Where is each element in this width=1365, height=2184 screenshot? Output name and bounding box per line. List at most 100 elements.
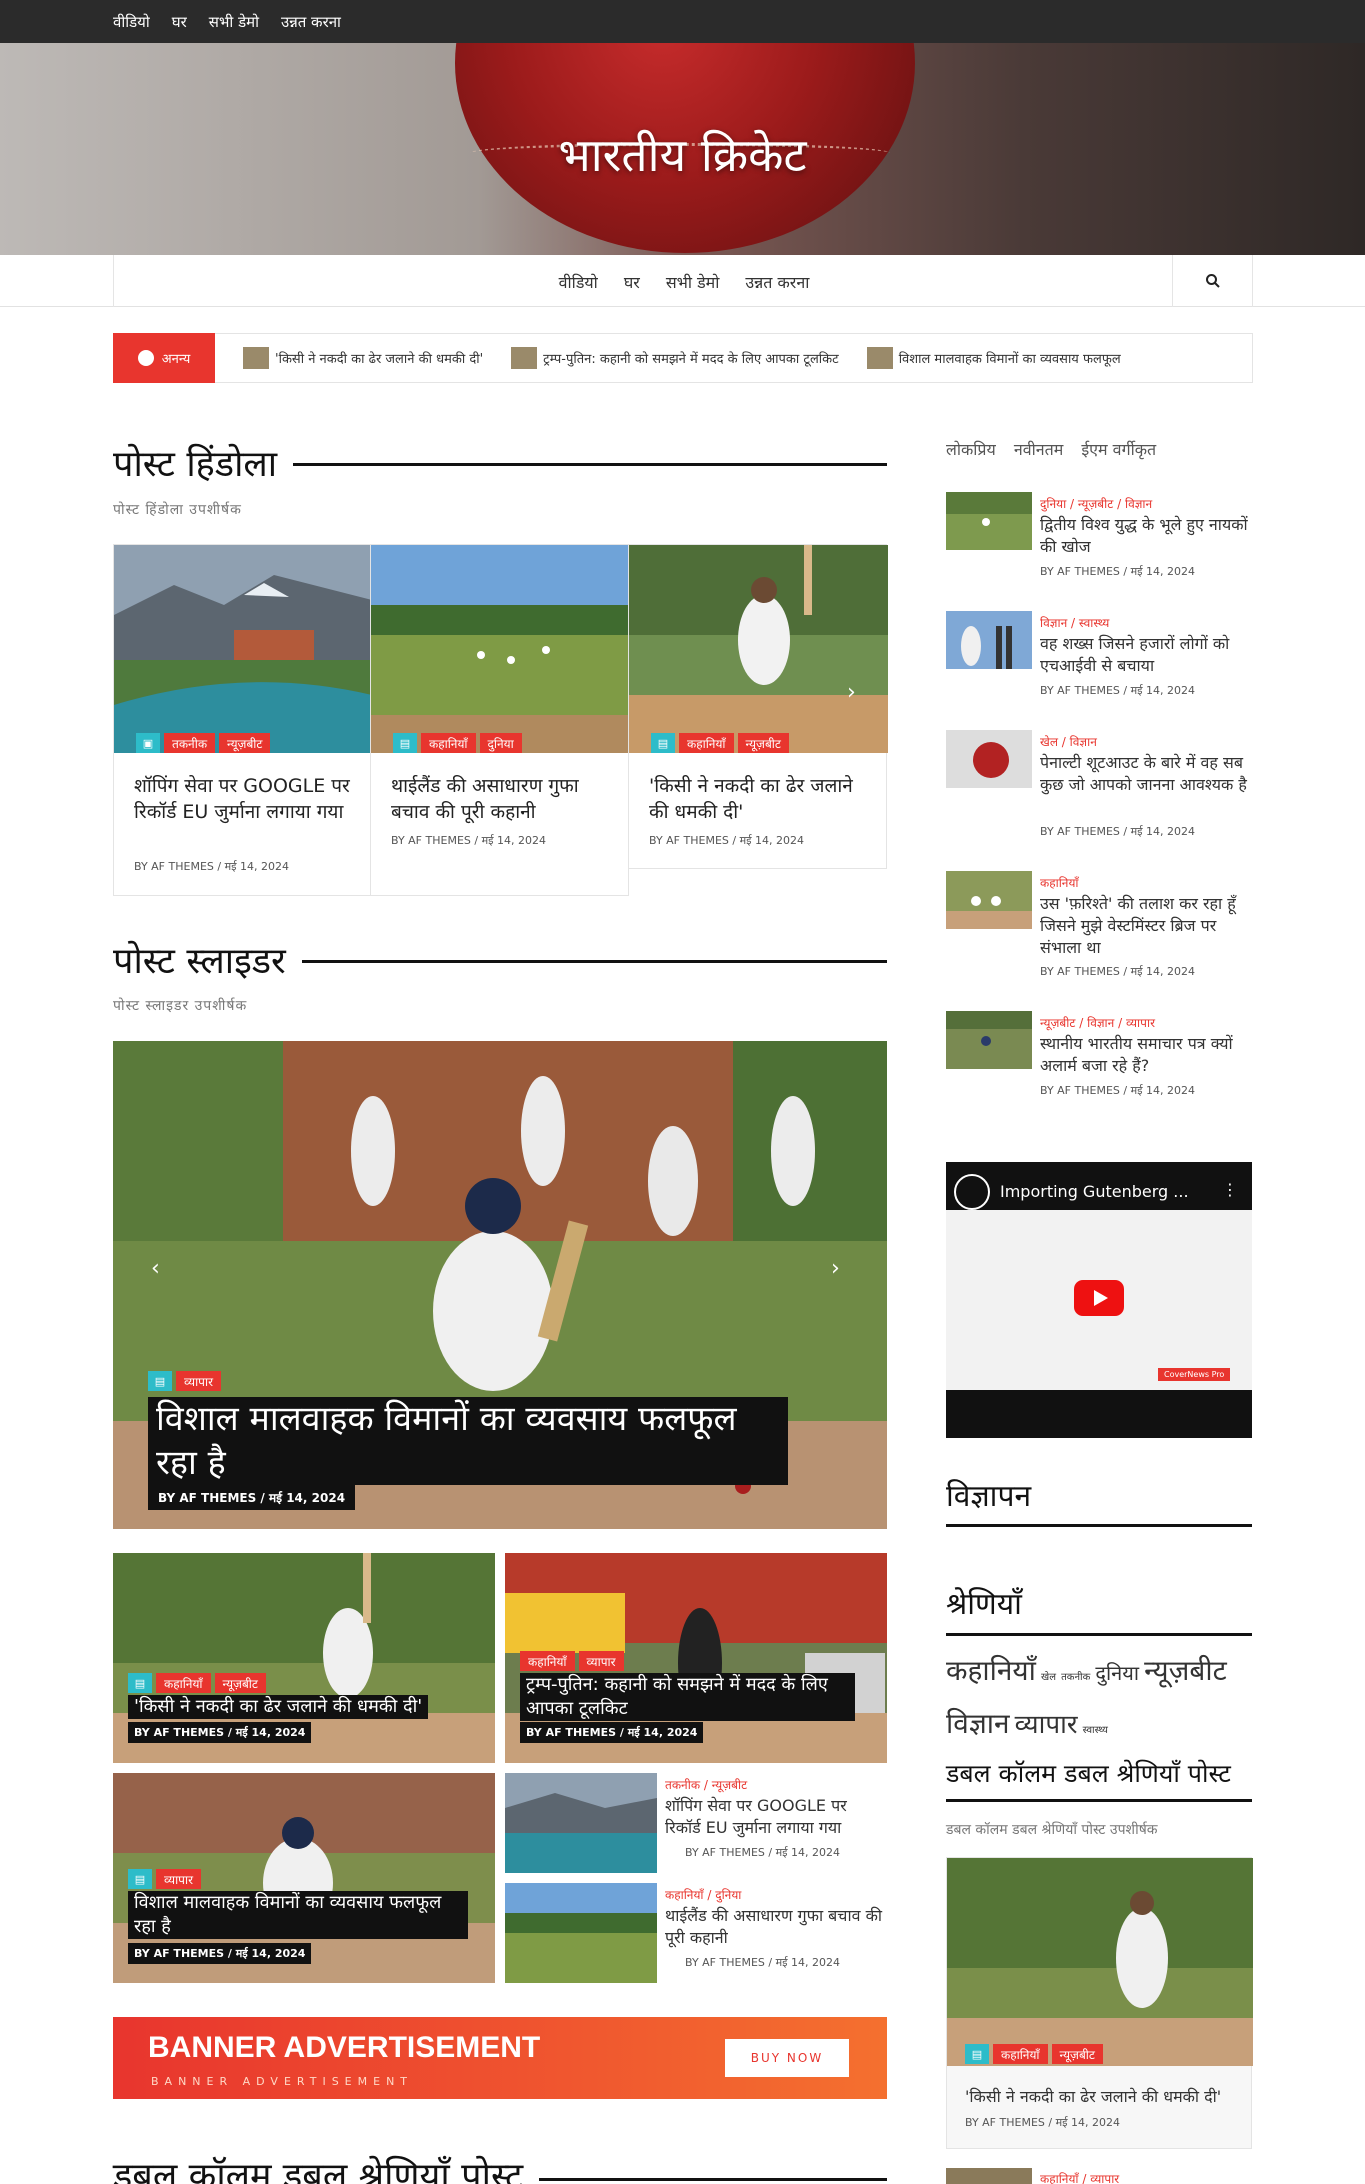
post-title[interactable]: स्थानीय भारतीय समाचार पत्र क्यों अलार्म … (1040, 1033, 1250, 1077)
slider-section-title: पोस्ट स्लाइडर (113, 935, 302, 984)
category-badge[interactable]: न्यूज़बीट (1051, 2044, 1103, 2064)
post-categories[interactable]: तकनीक / न्यूज़बीट (665, 1776, 747, 1793)
category-link[interactable]: न्यूज़बीट (1144, 1654, 1227, 1687)
video-embed[interactable]: Importing Gutenberg ... ⋮ CoverNews Pro (946, 1162, 1252, 1438)
post-title[interactable]: 'किसी ने नकदी का ढेर जलाने की धमकी दी' (965, 2086, 1245, 2108)
post-categories[interactable]: दुनिया / न्यूज़बीट / विज्ञान (1040, 495, 1152, 512)
top-nav-home[interactable]: घर (172, 12, 187, 32)
carousel-card[interactable]: ▣ तकनीक न्यूज़बीट शॉपिंग सेवा पर GOOGLE … (113, 544, 372, 896)
category-link[interactable]: विज्ञान (946, 1707, 1010, 1740)
category-badge[interactable]: तकनीक (164, 733, 216, 753)
post-title[interactable]: 'किसी ने नकदी का ढेर जलाने की धमकी दी' (649, 773, 874, 825)
post-categories[interactable]: विज्ञान / स्वास्थ्य (1040, 614, 1109, 631)
post-categories[interactable]: कहानियाँ (1040, 874, 1079, 891)
category-badge[interactable]: व्यापार (578, 1651, 624, 1671)
post-title[interactable]: शॉपिंग सेवा पर GOOGLE पर रिकॉर्ड EU जुर्… (134, 773, 354, 825)
tab-categorized[interactable]: ईएम वर्गीकृत (1081, 438, 1156, 460)
category-link[interactable]: दुनिया (1095, 1661, 1139, 1685)
tab-popular[interactable]: लोकप्रिय (946, 438, 996, 460)
category-badge[interactable]: न्यूज़बीट (214, 1673, 266, 1693)
post-badges: ▤ व्यापार (128, 1869, 202, 1889)
category-badge[interactable]: कहानियाँ (156, 1673, 211, 1693)
ticker-thumb (243, 347, 269, 369)
nav-all-demos[interactable]: सभी डेमो (666, 271, 720, 293)
slider-post-title[interactable]: विशाल मालवाहक विमानों का व्यवसाय फलफूल र… (148, 1397, 788, 1485)
post-title[interactable]: पेनाल्टी शूटआउट के बारे में वह सब कुछ जो… (1040, 752, 1250, 796)
post-meta: BY AF THEMES / मई 14, 2024 (391, 834, 547, 847)
category-link[interactable]: कहानियाँ (946, 1654, 1036, 1687)
post-title[interactable]: थाईलैंड की असाधारण गुफा बचाव की पूरी कहा… (665, 1905, 885, 1949)
category-badge[interactable]: व्यापार (176, 1371, 222, 1391)
sidebar-tabs: लोकप्रिय नवीनतम ईएम वर्गीकृत (946, 438, 1156, 460)
post-thumb (946, 492, 1032, 550)
post-categories[interactable]: खेल / विज्ञान (1040, 733, 1097, 750)
grid-post[interactable]: ▤ कहानियाँ न्यूज़बीट 'किसी ने नकदी का ढे… (113, 1553, 495, 1763)
post-badges: ▤ व्यापार (148, 1371, 222, 1391)
nav-home[interactable]: घर (624, 271, 640, 293)
post-badges: ▤ कहानियाँ न्यूज़बीट (651, 733, 789, 753)
ticker-item[interactable]: ट्रम्प-पुतिन: कहानी को समझने में मदद के … (511, 347, 839, 369)
ticker-thumb (866, 347, 893, 369)
category-badge[interactable]: कहानियाँ (993, 2044, 1048, 2064)
carousel-card[interactable]: ▤ कहानियाँ दुनिया थाईलैंड की असाधारण गुफ… (370, 544, 630, 896)
category-badge[interactable]: न्यूज़बीट (219, 733, 271, 753)
category-link[interactable]: स्वास्थ्य (1083, 1725, 1108, 1736)
ticker-item-text: 'किसी ने नकदी का ढेर जलाने की धमकी दी' (275, 352, 484, 367)
carousel-section-subtitle: पोस्ट हिंडोला उपशीर्षक (113, 502, 242, 518)
carousel-card[interactable]: › ▤ कहानियाँ न्यूज़बीट 'किसी ने नकदी का … (628, 544, 888, 869)
post-slider[interactable]: ‹ › ▤ व्यापार विशाल मालवाहक विमानों का व… (113, 1041, 887, 1529)
post-title[interactable]: उस 'फ़रिश्ते' की तलाश कर रहा हूँ जिसने म… (1040, 893, 1255, 959)
nav-video[interactable]: वीडियो (559, 271, 598, 293)
grid-post-title[interactable]: विशाल मालवाहक विमानों का व्यवसाय फलफूल र… (128, 1891, 468, 1939)
site-title[interactable]: भारतीय क्रिकेट (0, 123, 1365, 185)
category-badge[interactable]: दुनिया (479, 733, 522, 753)
nav-upgrade[interactable]: उन्नत करना (745, 271, 809, 293)
ticker-item[interactable]: 'किसी ने नकदी का ढेर जलाने की धमकी दी' (243, 347, 483, 369)
film-icon: ▤ (128, 1869, 152, 1889)
category-badge[interactable]: कहानियाँ (679, 733, 734, 753)
post-thumb (505, 1883, 657, 1983)
slider-prev-arrow[interactable]: ‹ (151, 1256, 160, 1281)
category-badge[interactable]: कहानियाँ (520, 1651, 575, 1671)
ticker-item[interactable]: विशाल मालवाहक विमानों का व्यवसाय फलफूल (866, 347, 1121, 369)
ticker-label-text: अनन्य (161, 352, 191, 367)
film-icon: ▤ (128, 1673, 152, 1693)
grid-post[interactable]: कहानियाँ व्यापार ट्रम्प-पुतिन: कहानी को … (505, 1553, 887, 1763)
banner-advertisement[interactable]: BANNER ADVERTISEMENT BANNER ADVERTISEMEN… (113, 2017, 887, 2099)
category-link[interactable]: खेल (1041, 1672, 1056, 1683)
ticker-item-text: विशाल मालवाहक विमानों का व्यवसाय फलफूल (898, 352, 1121, 367)
double-column-card[interactable]: ▤ कहानियाँ न्यूज़बीट 'किसी ने नकदी का ढे… (946, 1857, 1253, 2149)
category-link[interactable]: व्यापार (1015, 1710, 1078, 1740)
top-nav-upgrade[interactable]: उन्नत करना (281, 12, 341, 32)
double-column-widget-title: डबल कॉलम डबल श्रेणियाँ पोस्ट (946, 1759, 1231, 1788)
post-categories[interactable]: न्यूज़बीट / विज्ञान / व्यापार (1040, 1014, 1155, 1031)
grid-post-title[interactable]: ट्रम्प-पुतिन: कहानी को समझने में मदद के … (520, 1673, 855, 1721)
image-icon: ▣ (136, 733, 160, 753)
category-link[interactable]: तकनीक (1061, 1672, 1090, 1683)
post-title[interactable]: थाईलैंड की असाधारण गुफा बचाव की पूरी कहा… (391, 773, 616, 825)
post-title[interactable]: वह शख्स जिसने हजारों लोगों को एचआईवी से … (1040, 633, 1250, 677)
post-thumb (946, 1011, 1032, 1069)
category-badge[interactable]: व्यापार (156, 1869, 202, 1889)
grid-post-title[interactable]: 'किसी ने नकदी का ढेर जलाने की धमकी दी' (128, 1695, 429, 1719)
buy-now-button[interactable]: BUY NOW (725, 2039, 849, 2077)
carousel-next-arrow[interactable]: › (847, 680, 856, 705)
more-options-icon[interactable]: ⋮ (1222, 1180, 1238, 1199)
category-badge[interactable]: कहानियाँ (421, 733, 476, 753)
top-nav-all-demos[interactable]: सभी डेमो (209, 12, 259, 32)
widget-divider (946, 1799, 1252, 1802)
search-button[interactable] (1172, 255, 1252, 307)
slider-next-arrow[interactable]: › (831, 1256, 840, 1281)
video-title[interactable]: Importing Gutenberg ... (1000, 1182, 1189, 1201)
post-categories[interactable]: कहानियाँ / व्यापार (1040, 2170, 1119, 2184)
tab-latest[interactable]: नवीनतम (1014, 438, 1064, 460)
post-categories[interactable]: कहानियाँ / दुनिया (665, 1886, 741, 1903)
post-badges: ▤ कहानियाँ न्यूज़बीट (128, 1673, 266, 1693)
news-ticker: अनन्य 'किसी ने नकदी का ढेर जलाने की धमकी… (113, 333, 1253, 383)
category-badge[interactable]: न्यूज़बीट (737, 733, 789, 753)
post-thumb (946, 730, 1032, 788)
post-title[interactable]: शॉपिंग सेवा पर GOOGLE पर रिकॉर्ड EU जुर्… (665, 1795, 885, 1839)
top-nav-video[interactable]: वीडियो (113, 12, 150, 32)
grid-post[interactable]: ▤ व्यापार विशाल मालवाहक विमानों का व्यवस… (113, 1773, 495, 1983)
post-title[interactable]: द्वितीय विश्व युद्ध के भूले हुए नायकों क… (1040, 514, 1250, 558)
